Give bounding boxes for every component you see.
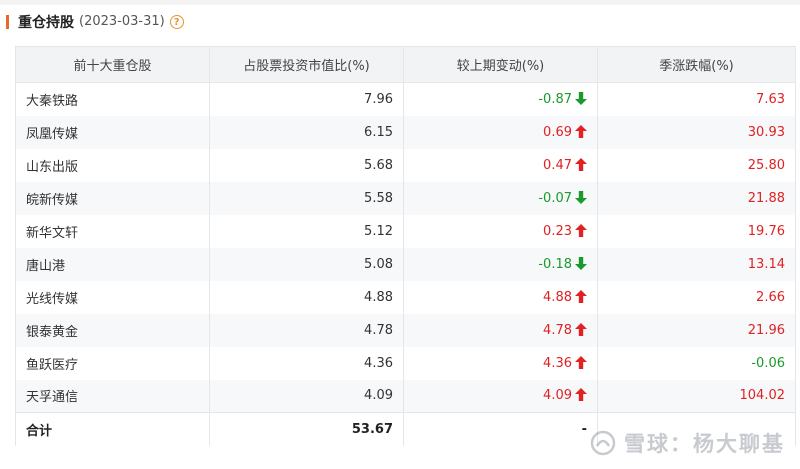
column-header-ratio: 占股票投资市值比(%) bbox=[209, 46, 404, 83]
table-row[interactable]: 唐山港 5.08 -0.18 13.14 bbox=[15, 247, 796, 281]
stock-name[interactable]: 银泰黄金 bbox=[15, 313, 210, 347]
holding-ratio: 5.68 bbox=[209, 148, 404, 182]
arrow-up-icon bbox=[575, 223, 587, 237]
arrow-up-icon bbox=[575, 157, 587, 171]
total-change: - bbox=[403, 412, 598, 446]
quarter-return: 19.76 bbox=[597, 214, 796, 248]
table-row[interactable]: 银泰黄金 4.78 4.78 21.96 bbox=[15, 313, 796, 347]
arrow-up-icon bbox=[575, 388, 587, 402]
table-row[interactable]: 新华文轩 5.12 0.23 19.76 bbox=[15, 214, 796, 248]
ratio-change: 0.23 bbox=[403, 214, 598, 248]
ratio-change: -0.87 bbox=[403, 82, 598, 116]
quarter-return: 25.80 bbox=[597, 148, 796, 182]
quarter-return: 21.96 bbox=[597, 313, 796, 347]
ratio-change: 0.69 bbox=[403, 115, 598, 149]
ratio-change: 4.78 bbox=[403, 313, 598, 347]
holdings-table-container: 前十大重仓股 占股票投资市值比(%) 较上期变动(%) 季涨跌幅(%) 大秦铁路… bbox=[15, 46, 796, 446]
table-row[interactable]: 天孚通信 4.09 4.09 104.02 bbox=[15, 379, 796, 413]
total-label: 合计 bbox=[15, 412, 210, 446]
arrow-down-icon bbox=[575, 91, 587, 105]
holding-ratio: 5.12 bbox=[209, 214, 404, 248]
holding-ratio: 4.36 bbox=[209, 346, 404, 380]
column-header-change: 较上期变动(%) bbox=[403, 46, 598, 83]
stock-name[interactable]: 天孚通信 bbox=[15, 379, 210, 413]
table-header-row: 前十大重仓股 占股票投资市值比(%) 较上期变动(%) 季涨跌幅(%) bbox=[15, 46, 796, 83]
ratio-change: 4.09 bbox=[403, 379, 598, 413]
stock-name[interactable]: 唐山港 bbox=[15, 247, 210, 281]
ratio-change: -0.07 bbox=[403, 181, 598, 215]
holding-ratio: 5.08 bbox=[209, 247, 404, 281]
holding-ratio: 4.88 bbox=[209, 280, 404, 314]
arrow-down-icon bbox=[575, 190, 587, 204]
stock-name[interactable]: 光线传媒 bbox=[15, 280, 210, 314]
table-row[interactable]: 山东出版 5.68 0.47 25.80 bbox=[15, 148, 796, 182]
report-date: (2023-03-31) bbox=[79, 14, 165, 29]
holding-ratio: 4.78 bbox=[209, 313, 404, 347]
holding-ratio: 4.09 bbox=[209, 379, 404, 413]
stock-name[interactable]: 山东出版 bbox=[15, 148, 210, 182]
table-row[interactable]: 皖新传媒 5.58 -0.07 21.88 bbox=[15, 181, 796, 215]
quarter-return: 21.88 bbox=[597, 181, 796, 215]
quarter-return: 30.93 bbox=[597, 115, 796, 149]
arrow-down-icon bbox=[575, 256, 587, 270]
watermark: 雪球：杨大聊基 bbox=[590, 428, 785, 458]
ratio-change: 0.47 bbox=[403, 148, 598, 182]
column-header-stock: 前十大重仓股 bbox=[15, 46, 210, 83]
holding-ratio: 5.58 bbox=[209, 181, 404, 215]
quarter-return: 2.66 bbox=[597, 280, 796, 314]
column-header-rise: 季涨跌幅(%) bbox=[597, 46, 796, 83]
watermark-text: 雪球：杨大聊基 bbox=[624, 432, 785, 456]
holding-ratio: 7.96 bbox=[209, 82, 404, 116]
ratio-change: -0.18 bbox=[403, 247, 598, 281]
arrow-up-icon bbox=[575, 355, 587, 369]
section-header: 重仓持股 (2023-03-31) ? bbox=[0, 5, 800, 38]
section-title: 重仓持股 bbox=[18, 14, 74, 31]
table-row[interactable]: 鱼跃医疗 4.36 4.36 -0.06 bbox=[15, 346, 796, 380]
quarter-return: -0.06 bbox=[597, 346, 796, 380]
holdings-table: 前十大重仓股 占股票投资市值比(%) 较上期变动(%) 季涨跌幅(%) 大秦铁路… bbox=[15, 46, 796, 446]
total-ratio: 53.67 bbox=[209, 412, 404, 446]
stock-name[interactable]: 皖新传媒 bbox=[15, 181, 210, 215]
ratio-change: 4.88 bbox=[403, 280, 598, 314]
holding-ratio: 6.15 bbox=[209, 115, 404, 149]
arrow-up-icon bbox=[575, 289, 587, 303]
accent-bar bbox=[6, 14, 9, 29]
stock-name[interactable]: 新华文轩 bbox=[15, 214, 210, 248]
table-row[interactable]: 光线传媒 4.88 4.88 2.66 bbox=[15, 280, 796, 314]
stock-name[interactable]: 大秦铁路 bbox=[15, 82, 210, 116]
question-circle-icon[interactable]: ? bbox=[169, 14, 184, 29]
snowball-logo-icon bbox=[590, 430, 616, 456]
arrow-up-icon bbox=[575, 322, 587, 336]
table-row[interactable]: 大秦铁路 7.96 -0.87 7.63 bbox=[15, 82, 796, 116]
arrow-up-icon bbox=[575, 124, 587, 138]
quarter-return: 104.02 bbox=[597, 379, 796, 413]
quarter-return: 7.63 bbox=[597, 82, 796, 116]
stock-name[interactable]: 鱼跃医疗 bbox=[15, 346, 210, 380]
table-row[interactable]: 凤凰传媒 6.15 0.69 30.93 bbox=[15, 115, 796, 149]
quarter-return: 13.14 bbox=[597, 247, 796, 281]
ratio-change: 4.36 bbox=[403, 346, 598, 380]
stock-name[interactable]: 凤凰传媒 bbox=[15, 115, 210, 149]
